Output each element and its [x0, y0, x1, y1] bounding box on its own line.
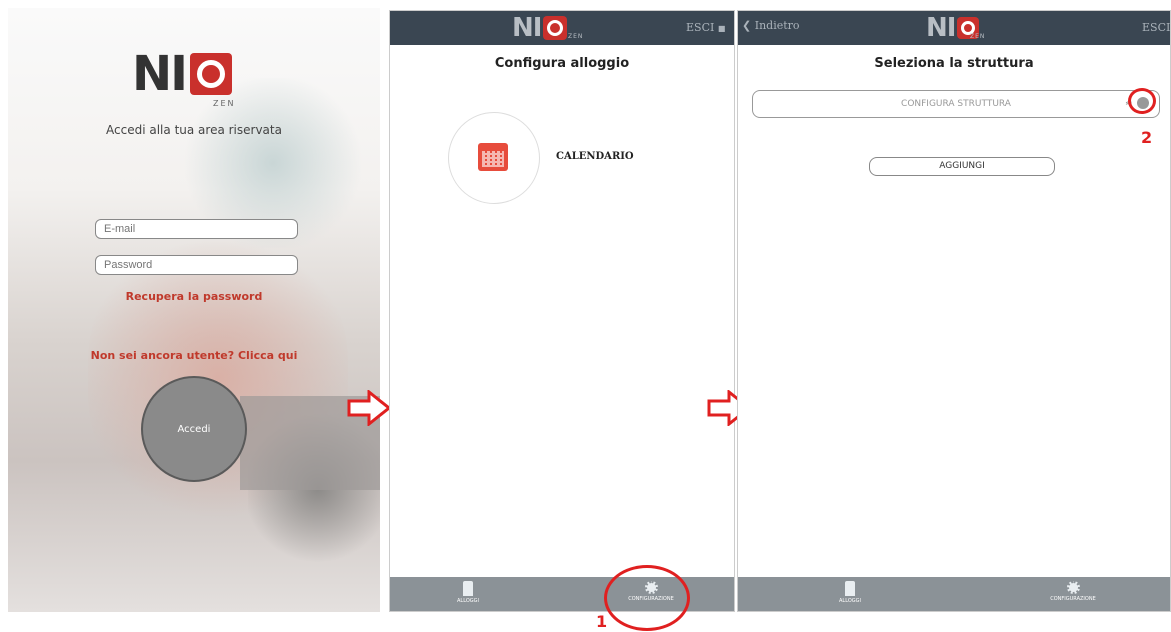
door-icon: [845, 581, 855, 596]
add-button[interactable]: AGGIUNGI: [869, 157, 1055, 176]
logo-ring-icon: [190, 53, 233, 95]
tab-alloggi[interactable]: ALLOGGI: [448, 581, 488, 604]
page-title: Seleziona la struttura: [874, 56, 1034, 71]
gear-icon: [1066, 581, 1080, 594]
page-title: Configura alloggio: [494, 56, 630, 71]
back-button[interactable]: ❮ Indietro: [742, 19, 800, 32]
annotation-number: 2: [1141, 128, 1153, 147]
select-structure-screen: ❮ Indietro NI ZEN ESCI Seleziona la stru…: [737, 10, 1171, 612]
recover-password-link[interactable]: Recupera la password: [8, 290, 380, 303]
calendar-label[interactable]: CALENDARIO: [556, 151, 634, 162]
annotation-circle: [604, 565, 690, 631]
bottom-tab-bar: ALLOGGI CONFIGURAZIONE: [738, 577, 1170, 611]
top-bar: ❮ Indietro NI ZEN ESCI: [738, 11, 1170, 45]
tab-alloggi[interactable]: ALLOGGI: [830, 581, 870, 604]
login-screen: NI ZEN Accedi alla tua area riservata Re…: [8, 8, 380, 612]
configure-accommodation-screen: NI ZEN ESCI ■ Configura alloggio CALENDA…: [389, 10, 735, 612]
tab-label: ALLOGGI: [839, 598, 861, 604]
tab-label: ALLOGGI: [457, 598, 479, 604]
register-link[interactable]: Non sei ancora utente? Clicca qui: [8, 349, 380, 362]
email-field[interactable]: [95, 219, 298, 239]
logout-button[interactable]: ESCI: [1142, 21, 1170, 34]
arrow-right-icon: [347, 390, 391, 426]
brand-logo: NI: [512, 13, 568, 43]
logo-text: NI: [926, 13, 956, 43]
logo-text: NI: [512, 13, 542, 43]
logo-text: NI: [132, 46, 188, 102]
annotation-number: 1: [596, 612, 608, 631]
tab-configurazione[interactable]: CONFIGURAZIONE: [1038, 581, 1108, 602]
password-field[interactable]: [95, 255, 298, 275]
logout-icon: ■: [717, 24, 726, 33]
logo-subtext: ZEN: [568, 33, 584, 40]
door-icon: [463, 581, 473, 596]
logout-button[interactable]: ESCI ■: [686, 21, 725, 34]
brand-logo: NI: [132, 46, 233, 102]
logo-ring-icon: [543, 16, 568, 40]
login-subtitle: Accedi alla tua area riservata: [106, 123, 282, 137]
annotation-circle: [1128, 88, 1156, 114]
calendar-icon: [478, 143, 508, 171]
top-bar: NI ZEN ESCI ■: [390, 11, 734, 45]
back-label: Indietro: [754, 19, 800, 32]
login-button[interactable]: Accedi: [141, 376, 247, 482]
structure-select[interactable]: CONFIGURA STRUTTURA: [752, 90, 1160, 118]
tab-label: CONFIGURAZIONE: [1050, 596, 1096, 602]
logo-subtext: ZEN: [970, 33, 986, 40]
chevron-left-icon: ❮: [742, 19, 752, 32]
logout-label: ESCI: [686, 21, 715, 34]
logo-subtext: ZEN: [213, 99, 236, 108]
